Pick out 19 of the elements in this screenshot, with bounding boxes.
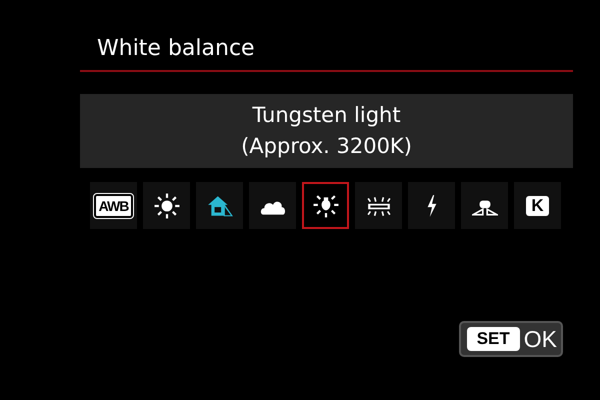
- set-ok-button[interactable]: SET OK: [458, 321, 563, 357]
- kelvin-label: K: [526, 196, 549, 216]
- preset-option[interactable]: [461, 182, 508, 229]
- preset-option[interactable]: [196, 182, 243, 229]
- light-bulb-icon: [312, 192, 338, 218]
- preset-option[interactable]: [302, 182, 349, 229]
- menu-title: White balance: [97, 35, 256, 63]
- set-key-label: SET: [466, 327, 520, 351]
- sun-icon: [154, 192, 180, 218]
- setting-description: Tungsten light: [252, 102, 401, 129]
- ok-label: OK: [524, 326, 557, 352]
- preset-option[interactable]: [143, 182, 190, 229]
- preset-option[interactable]: [355, 182, 402, 229]
- preset-option[interactable]: AWB: [90, 182, 137, 229]
- setting-description: (Approx. 3200K): [241, 133, 412, 160]
- preset-option[interactable]: [408, 182, 455, 229]
- preset-option[interactable]: [249, 182, 296, 229]
- awb-label: AWB: [94, 194, 134, 218]
- preset-option[interactable]: K: [514, 182, 561, 229]
